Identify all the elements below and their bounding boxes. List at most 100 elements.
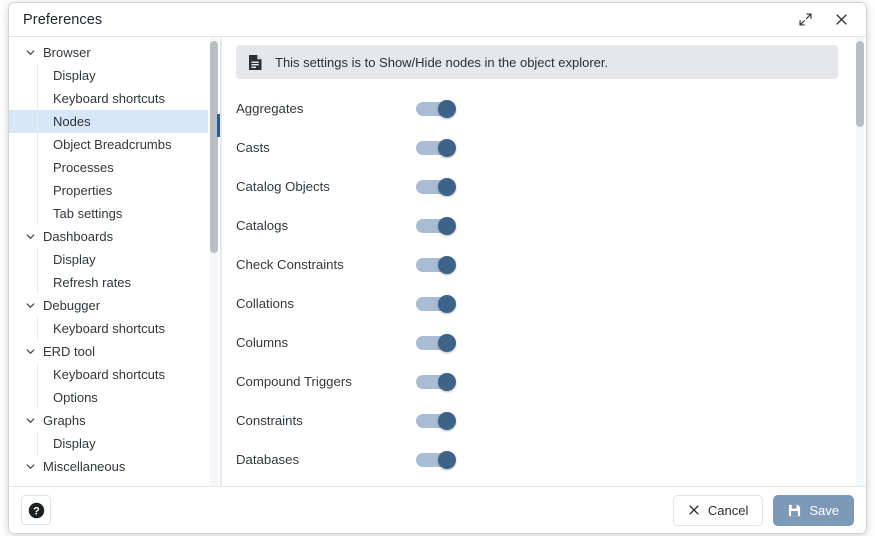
sidebar-item-browser[interactable]: Browser: [9, 41, 208, 64]
toggle-catalog-objects[interactable]: [416, 178, 456, 196]
sidebar-item-keyboard-shortcuts[interactable]: Keyboard shortcuts: [9, 317, 208, 340]
sidebar-item-miscellaneous[interactable]: Miscellaneous: [9, 455, 208, 478]
toggle-knob: [438, 295, 456, 313]
sidebar-item-debugger[interactable]: Debugger: [9, 294, 208, 317]
help-button[interactable]: ?: [21, 495, 51, 525]
preferences-sidebar: Browser Display Keyboard shortcuts Nodes Obj…: [9, 37, 221, 486]
node-options-list: Aggregates Casts Catalog Objects Catalogs Ch…: [236, 89, 852, 486]
toggle-catalogs[interactable]: [416, 217, 456, 235]
preferences-tree: Browser Display Keyboard shortcuts Nodes Obj…: [9, 37, 220, 486]
sidebar-item-label: Properties: [53, 183, 113, 198]
sidebar-item-label: Debugger: [43, 298, 101, 313]
sidebar-item-label: ERD tool: [43, 344, 96, 359]
toggle-knob: [438, 217, 456, 235]
option-row: Casts: [236, 128, 852, 167]
expand-icon[interactable]: [794, 9, 816, 31]
option-label: Databases: [236, 452, 300, 467]
sidebar-item-label: Keyboard shortcuts: [53, 91, 166, 106]
sidebar-item-dashboards[interactable]: Dashboards: [9, 225, 208, 248]
toggle-aggregates[interactable]: [416, 100, 456, 118]
toggle-constraints[interactable]: [416, 412, 456, 430]
chevron-down-icon[interactable]: [23, 414, 37, 428]
toggle-knob: [438, 451, 456, 469]
close-x-icon: [688, 504, 700, 516]
sidebar-item-label: Options: [53, 390, 98, 405]
titlebar-actions: [794, 9, 856, 31]
content-scrollbar-thumb[interactable]: [856, 41, 864, 127]
toggle-knob: [438, 139, 456, 157]
sidebar-item-tab-settings[interactable]: Tab settings: [9, 202, 208, 225]
option-row: Databases: [236, 440, 852, 479]
sidebar-item-processes[interactable]: Processes: [9, 156, 208, 179]
toggle-databases[interactable]: [416, 451, 456, 469]
sidebar-item-graphs[interactable]: Graphs: [9, 409, 208, 432]
cancel-button[interactable]: Cancel: [672, 494, 764, 526]
sidebar-item-label: Processes: [53, 160, 114, 175]
toggle-compound-triggers[interactable]: [416, 373, 456, 391]
sidebar-item-label: Browser: [43, 45, 91, 60]
toggle-casts[interactable]: [416, 139, 456, 157]
sidebar-item-label: Keyboard shortcuts: [53, 321, 166, 336]
selected-item-marker: [217, 114, 220, 137]
option-label: Collations: [236, 296, 294, 311]
sidebar-item-refresh-rates[interactable]: Refresh rates: [9, 271, 208, 294]
sidebar-item-options[interactable]: Options: [9, 386, 208, 409]
sidebar-item-display[interactable]: Display: [9, 248, 208, 271]
sidebar-scrollbar-track[interactable]: [210, 37, 218, 486]
preferences-dialog: Preferences Browser Display Keyboard short…: [8, 2, 867, 534]
option-label: Catalogs: [236, 218, 289, 233]
option-label: Compound Triggers: [236, 374, 352, 389]
dialog-footer: ? Cancel Save: [9, 486, 866, 533]
cancel-button-label: Cancel: [707, 502, 749, 518]
close-icon[interactable]: [830, 9, 852, 31]
toggle-knob: [438, 178, 456, 196]
sidebar-item-display[interactable]: Display: [9, 64, 208, 87]
sidebar-scrollbar-thumb[interactable]: [210, 41, 218, 253]
sidebar-item-keyboard-shortcuts[interactable]: Keyboard shortcuts: [9, 363, 208, 386]
sidebar-item-label: Display: [53, 436, 96, 451]
sidebar-item-display[interactable]: Display: [9, 432, 208, 455]
footer-actions: Cancel Save: [672, 494, 854, 526]
save-floppy-icon: [788, 504, 801, 517]
option-row: Compound Triggers: [236, 362, 852, 401]
toggle-columns[interactable]: [416, 334, 456, 352]
info-banner-text: This settings is to Show/Hide nodes in t…: [275, 54, 609, 70]
dialog-titlebar: Preferences: [9, 3, 866, 37]
sidebar-item-label: Tab settings: [53, 206, 123, 221]
chevron-down-icon[interactable]: [23, 46, 37, 60]
chevron-down-icon[interactable]: [23, 299, 37, 313]
option-label: Columns: [236, 335, 289, 350]
sidebar-item-object-breadcrumbs[interactable]: Object Breadcrumbs: [9, 133, 208, 156]
sidebar-item-label: Display: [53, 68, 96, 83]
option-row: Check Constraints: [236, 245, 852, 284]
toggle-knob: [438, 373, 456, 391]
sidebar-item-properties[interactable]: Properties: [9, 179, 208, 202]
sidebar-item-label: Keyboard shortcuts: [53, 367, 166, 382]
option-label: Catalog Objects: [236, 179, 330, 194]
content-inner: This settings is to Show/Hide nodes in t…: [222, 37, 852, 486]
toggle-check-constraints[interactable]: [416, 256, 456, 274]
save-button[interactable]: Save: [773, 494, 854, 526]
sidebar-item-label: Miscellaneous: [43, 459, 126, 474]
option-row: Columns: [236, 323, 852, 362]
chevron-down-icon[interactable]: [23, 230, 37, 244]
option-row: Collations: [236, 284, 852, 323]
sidebar-item-label: Dashboards: [43, 229, 114, 244]
toggle-collations[interactable]: [416, 295, 456, 313]
sidebar-item-erd-tool[interactable]: ERD tool: [9, 340, 208, 363]
option-label: Constraints: [236, 413, 303, 428]
option-row: Catalog Objects: [236, 167, 852, 206]
dialog-title: Preferences: [23, 11, 103, 28]
chevron-down-icon[interactable]: [23, 460, 37, 474]
chevron-down-icon[interactable]: [23, 345, 37, 359]
option-row: Catalogs: [236, 206, 852, 245]
preferences-content: This settings is to Show/Hide nodes in t…: [221, 37, 866, 486]
dialog-body: Browser Display Keyboard shortcuts Nodes Obj…: [9, 37, 866, 486]
toggle-knob: [438, 334, 456, 352]
option-row: Constraints: [236, 401, 852, 440]
sidebar-item-label: Nodes: [53, 114, 91, 129]
content-scrollbar-track[interactable]: [856, 37, 864, 486]
question-mark-icon: ?: [28, 502, 44, 518]
sidebar-item-nodes[interactable]: Nodes: [9, 110, 208, 133]
sidebar-item-keyboard-shortcuts[interactable]: Keyboard shortcuts: [9, 87, 208, 110]
